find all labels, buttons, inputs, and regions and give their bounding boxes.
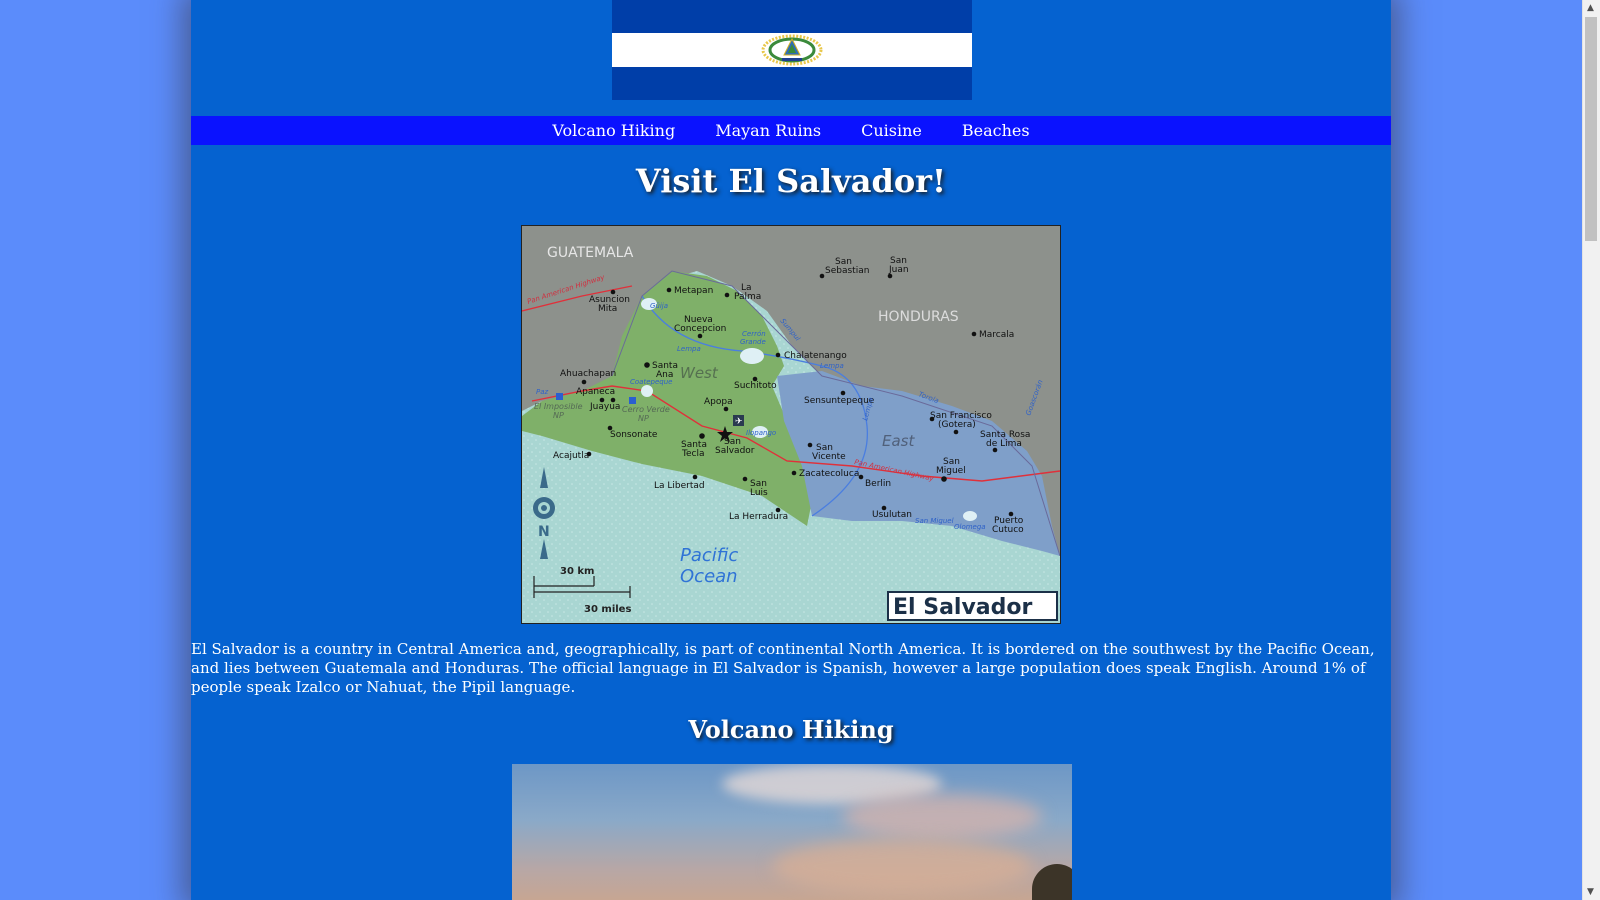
page-container: Volcano Hiking Mayan Ruins Cuisine Beach…	[191, 0, 1391, 900]
city-zacatecoluca: Zacatecoluca	[799, 469, 859, 479]
city-san-luis-2: Luis	[750, 488, 768, 498]
nav-link-volcano-hiking[interactable]: Volcano Hiking	[532, 116, 695, 145]
label-east: East	[882, 432, 915, 450]
city-de-lima: de Lima	[986, 439, 1022, 449]
city-san-vicente-2: Vicente	[812, 452, 846, 462]
label-san-miguel-river: San Miguel	[915, 517, 954, 525]
city-cutuco: Cutuco	[992, 525, 1024, 535]
park-marker-cerro-verde	[629, 397, 636, 404]
scrollbar-thumb[interactable]	[1585, 17, 1597, 241]
park-el-imposible-np: NP	[553, 411, 564, 420]
city-juayua: Juayua	[589, 402, 620, 412]
city-san-salvador-2: Salvador	[715, 446, 755, 456]
scale-km-label: 30 km	[560, 566, 594, 577]
label-guatemala: GUATEMALA	[547, 245, 634, 261]
page-title: Visit El Salvador!	[635, 162, 947, 200]
flag-band-top	[612, 0, 972, 33]
airport-icon: ✈	[733, 415, 744, 427]
coat-of-arms-icon	[761, 34, 823, 66]
city-gotera: (Gotera)	[938, 420, 976, 430]
city-la-palma-2: Palma	[734, 292, 761, 302]
label-lempa-2: Lempa	[820, 362, 844, 370]
city-ahuachapan: Ahuachapan	[560, 369, 616, 379]
label-guija: Güija	[650, 302, 668, 310]
city-la-herradura: La Herradura	[729, 512, 788, 522]
city-santa-tecla-2: Tecla	[681, 449, 704, 459]
scroll-up-icon[interactable]: ▲	[1587, 3, 1594, 13]
label-cerron-grande: Cerrón	[742, 330, 766, 338]
city-metapan: Metapan	[674, 286, 713, 296]
label-west: West	[680, 364, 719, 382]
map-badge: El Salvador	[893, 595, 1033, 620]
city-chalatenango: Chalatenango	[784, 351, 847, 361]
map-graphic: GUATEMALA HONDURAS West East Pacific Oce…	[522, 226, 1060, 623]
label-lempa-1: Lempa	[677, 345, 701, 353]
city-sensuntepeque: Sensuntepeque	[804, 396, 875, 406]
lake-coatepeque	[641, 385, 653, 397]
label-paz: Paz	[536, 388, 549, 396]
photo-cloud	[772, 839, 1032, 894]
lake-cerron-grande	[740, 348, 764, 364]
photo-cloud	[842, 794, 1042, 839]
main-nav: Volcano Hiking Mayan Ruins Cuisine Beach…	[191, 116, 1391, 145]
el-salvador-flag	[612, 0, 972, 100]
city-apopa: Apopa	[704, 397, 733, 407]
vertical-scrollbar[interactable]: ▲ ▼	[1582, 0, 1600, 900]
nav-link-mayan-ruins[interactable]: Mayan Ruins	[695, 116, 841, 145]
label-honduras: HONDURAS	[878, 309, 959, 325]
scale-miles-label: 30 miles	[584, 604, 631, 615]
city-mita: Mita	[598, 304, 617, 314]
scroll-down-icon[interactable]: ▼	[1587, 887, 1594, 897]
label-pacific: Pacific	[680, 545, 738, 566]
lake-olomega	[963, 511, 977, 521]
flag-band-bottom	[612, 67, 972, 100]
city-apaneca: Apaneca	[576, 387, 615, 397]
city-sonsonate: Sonsonate	[610, 430, 658, 440]
photo-tree	[1032, 864, 1072, 900]
section-title-volcano-hiking: Volcano Hiking	[688, 715, 894, 744]
volcano-photo	[512, 764, 1072, 900]
city-usulutan: Usulutan	[872, 510, 912, 520]
city-acajutla: Acajutla	[553, 451, 589, 461]
label-ilopango: Ilopango	[746, 429, 776, 437]
park-cerro-verde-np: NP	[638, 414, 649, 423]
nav-link-cuisine[interactable]: Cuisine	[841, 116, 942, 145]
city-berlin: Berlin	[865, 479, 891, 489]
city-marcala: Marcala	[979, 330, 1014, 340]
el-salvador-map: GUATEMALA HONDURAS West East Pacific Oce…	[521, 225, 1061, 624]
label-cerron-grande-2: Grande	[740, 338, 766, 346]
nav-link-beaches[interactable]: Beaches	[942, 116, 1050, 145]
city-san-juan-2: Juan	[888, 265, 909, 275]
park-cerro-verde: Cerro Verde	[622, 405, 670, 414]
city-san-miguel-2: Miguel	[936, 466, 966, 476]
city-suchitoto: Suchitoto	[734, 381, 777, 391]
park-el-imposible: El Imposible	[534, 402, 583, 411]
city-concepcion: Concepcion	[674, 324, 726, 334]
label-coatepeque: Coatepeque	[630, 378, 672, 386]
svg-text:✈: ✈	[735, 417, 743, 427]
intro-paragraph: El Salvador is a country in Central Amer…	[191, 640, 1375, 696]
park-marker-el-imposible	[556, 393, 563, 400]
label-ocean: Ocean	[680, 566, 738, 587]
label-olomega: Olomega	[954, 523, 986, 531]
city-san-sebastian-2: Sebastian	[825, 266, 869, 276]
city-la-libertad: La Libertad	[654, 481, 705, 491]
compass-north-label: N	[538, 524, 550, 540]
